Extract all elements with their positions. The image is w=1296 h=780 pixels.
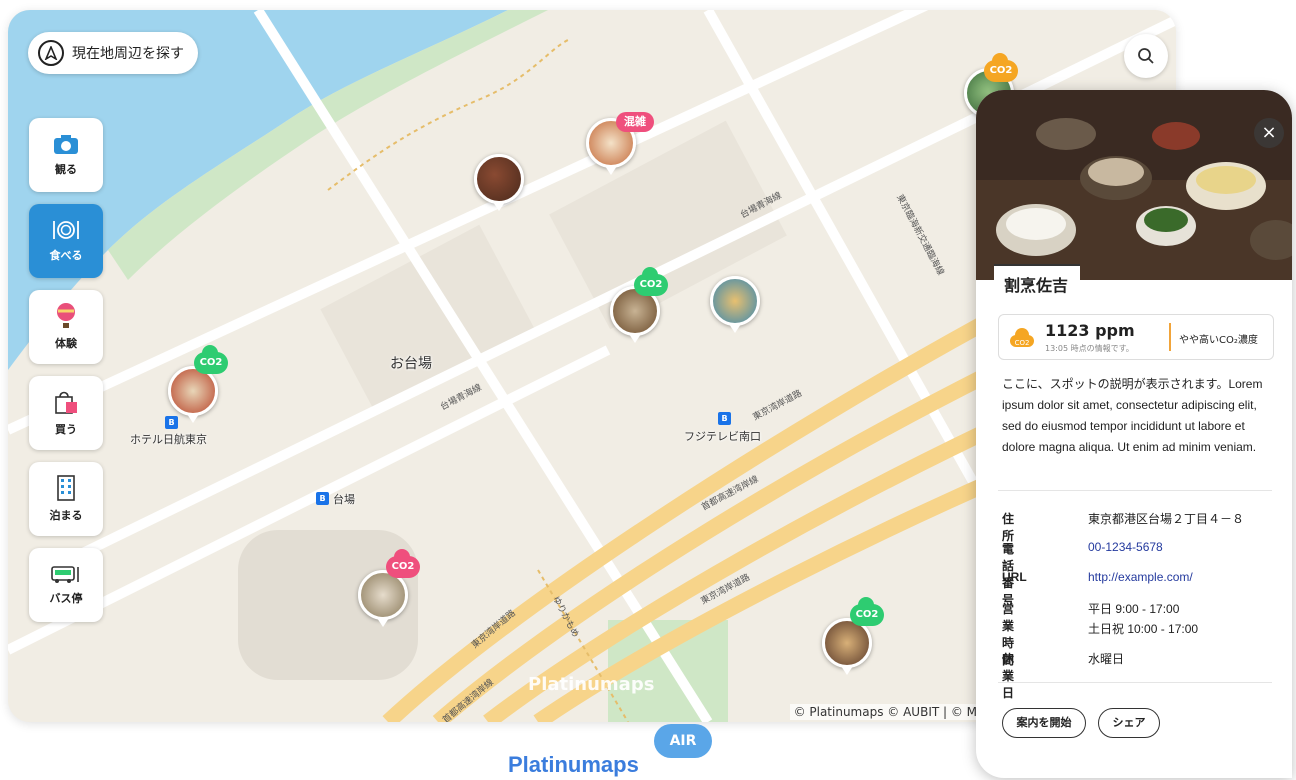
dining-icon	[53, 221, 79, 239]
svg-text:CO2: CO2	[1015, 339, 1030, 347]
close-button[interactable]: ×	[1254, 118, 1284, 148]
spot-description: ここに、スポットの説明が表示されます。Lorem ipsum dolor sit…	[1002, 377, 1263, 454]
category-label: 買う	[55, 423, 77, 436]
balloon-icon	[57, 303, 75, 328]
station-label: フジテレビ南口	[684, 430, 761, 443]
crowded-badge: 混雑	[616, 112, 654, 132]
spot-photo	[976, 90, 1292, 280]
category-label: バス停	[49, 592, 83, 605]
platinumaps-air-logo: Platinumaps AIR	[508, 724, 728, 780]
info-key: 住所	[1002, 512, 1015, 543]
start-guide-button[interactable]: 案内を開始	[1002, 708, 1086, 738]
co2-level: やや高いCO₂濃度	[1179, 335, 1258, 346]
category-experience[interactable]: 体験	[29, 290, 103, 364]
category-eat[interactable]: 食べる	[29, 204, 103, 278]
category-label: 食べる	[49, 249, 83, 262]
phone-link[interactable]: 00-1234-5678	[1088, 540, 1163, 554]
map-watermark: Platinumaps	[528, 674, 655, 695]
co2-cloud-icon: CO2	[194, 345, 228, 374]
station-icon: B	[316, 492, 329, 505]
url-link[interactable]: http://example.com/	[1088, 570, 1193, 584]
station-icon: B	[165, 416, 178, 429]
logo-wordmark: Platinumaps	[508, 752, 639, 777]
close-icon: ×	[1261, 122, 1277, 143]
co2-value: 1123 ppm	[1045, 321, 1135, 340]
search-icon	[1138, 48, 1154, 64]
locate-nearby-label: 現在地周辺を探す	[72, 46, 184, 62]
camera-icon	[54, 135, 78, 154]
co2-cloud-icon: CO2	[984, 53, 1018, 82]
logo-air-cloud: AIR	[654, 724, 712, 758]
locate-nearby-button[interactable]: 現在地周辺を探す	[28, 32, 198, 74]
category-stay[interactable]: 泊まる	[29, 462, 103, 536]
spot-pin[interactable]	[710, 276, 760, 333]
spot-detail-panel: × 割烹佐吉 CO2 1123 ppm 13:05 時点の情報です。 やや高いC…	[976, 90, 1292, 778]
spot-pin[interactable]	[474, 154, 524, 211]
navigation-arrow-icon	[38, 40, 64, 66]
info-key: 休業日	[1002, 652, 1015, 700]
co2-cloud-icon: CO2	[850, 597, 884, 626]
info-value: 水曜日	[1088, 652, 1125, 666]
bus-icon	[51, 566, 79, 583]
co2-status-box: CO2 1123 ppm 13:05 時点の情報です。 やや高いCO₂濃度	[998, 314, 1274, 360]
info-value: 東京都港区台場２丁目４－８	[1088, 512, 1245, 526]
co2-level-bar	[1169, 323, 1171, 351]
co2-cloud-icon: CO2	[386, 549, 420, 578]
share-button[interactable]: シェア	[1098, 708, 1160, 738]
category-shop[interactable]: 買う	[29, 376, 103, 450]
search-button[interactable]	[1124, 34, 1168, 78]
category-label: 観る	[55, 163, 77, 176]
info-value: 土日祝 10:00 - 17:00	[1088, 622, 1199, 636]
category-see[interactable]: 観る	[29, 118, 103, 192]
co2-cloud-icon: CO2	[1010, 328, 1034, 347]
shopping-bag-icon	[55, 391, 77, 414]
station-icon: B	[718, 412, 731, 425]
hotel-icon	[57, 475, 75, 501]
category-bus-stop[interactable]: バス停	[29, 548, 103, 622]
station-label: ホテル日航東京	[130, 433, 207, 446]
category-label: 体験	[55, 337, 77, 350]
station-label: 台場	[333, 493, 355, 506]
divider	[998, 682, 1272, 683]
area-label: お台場	[390, 356, 432, 372]
co2-cloud-icon: CO2	[634, 267, 668, 296]
co2-timestamp: 13:05 時点の情報です。	[1045, 344, 1134, 353]
info-key: URL	[1002, 570, 1027, 584]
info-value: 平日 9:00 - 17:00	[1088, 602, 1180, 616]
map-attribution[interactable]: © Platinumaps © AUBIT | © Map	[789, 704, 996, 720]
category-label: 泊まる	[49, 509, 83, 522]
divider	[998, 490, 1272, 491]
spot-title: 割烹佐吉	[994, 264, 1081, 302]
